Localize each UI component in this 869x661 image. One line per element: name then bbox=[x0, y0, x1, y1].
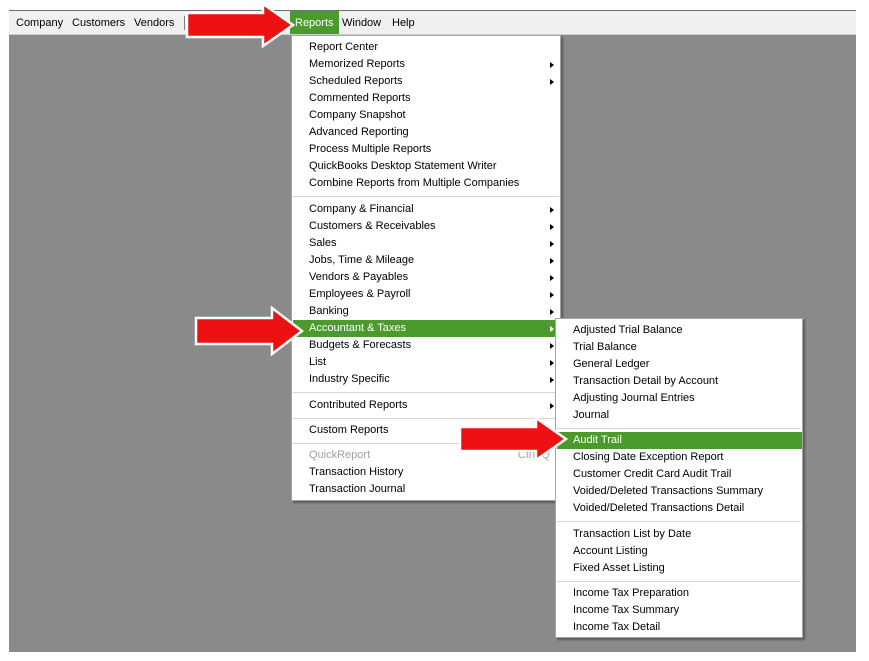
menu-customers[interactable]: Customers bbox=[67, 11, 130, 34]
menu-item-label: Customers & Receivables bbox=[309, 220, 436, 232]
menu-item-fixed-asset-listing[interactable]: Fixed Asset Listing bbox=[557, 560, 802, 577]
menu-item-jobs-time-mileage[interactable]: Jobs, Time & Mileage bbox=[293, 252, 560, 269]
menu-item-label: Budgets & Forecasts bbox=[309, 339, 412, 351]
menu-item-transaction-detail-by-account[interactable]: Transaction Detail by Account bbox=[557, 373, 802, 390]
submenu-arrow-icon bbox=[550, 258, 554, 264]
menu-item-label: Vendors & Payables bbox=[309, 271, 409, 283]
submenu-arrow-icon bbox=[550, 241, 554, 247]
menu-item-scheduled-reports[interactable]: Scheduled Reports bbox=[293, 73, 560, 90]
menu-item-company-snapshot[interactable]: Company Snapshot bbox=[293, 107, 560, 124]
menu-item-income-tax-summary[interactable]: Income Tax Summary bbox=[557, 602, 802, 619]
submenu-arrow-icon bbox=[550, 326, 554, 332]
menu-item-label: Contributed Reports bbox=[309, 399, 408, 411]
menu-item-account-listing[interactable]: Account Listing bbox=[557, 543, 802, 560]
menu-vendors[interactable]: Vendors bbox=[129, 11, 179, 34]
submenu-arrow-icon bbox=[550, 207, 554, 213]
menu-item-process-multiple-reports[interactable]: Process Multiple Reports bbox=[293, 141, 560, 158]
menu-item-income-tax-detail[interactable]: Income Tax Detail bbox=[557, 619, 802, 636]
menu-divider bbox=[557, 428, 801, 429]
menu-item-combine-reports[interactable]: Combine Reports from Multiple Companies bbox=[293, 175, 560, 192]
menu-divider bbox=[293, 392, 559, 393]
menu-item-accountant-taxes[interactable]: Accountant & Taxes bbox=[293, 320, 560, 337]
menu-item-transaction-list-by-date[interactable]: Transaction List by Date bbox=[557, 526, 802, 543]
menu-item-company-financial[interactable]: Company & Financial bbox=[293, 201, 560, 218]
menu-item-audit-trail[interactable]: Audit Trail bbox=[557, 432, 802, 449]
menu-item-label: Accountant & Taxes bbox=[309, 322, 407, 334]
annotation-arrow-icon bbox=[458, 416, 569, 462]
submenu-arrow-icon bbox=[550, 224, 554, 230]
submenu-arrow-icon bbox=[550, 377, 554, 383]
menu-help[interactable]: Help bbox=[387, 11, 420, 34]
menu-window[interactable]: Window bbox=[337, 11, 386, 34]
menu-item-label: Memorized Reports bbox=[309, 58, 405, 70]
annotation-arrow-icon bbox=[185, 2, 296, 48]
menu-item-vendors-payables[interactable]: Vendors & Payables bbox=[293, 269, 560, 286]
menu-item-label: Company & Financial bbox=[309, 203, 414, 215]
menu-item-label: Custom Reports bbox=[309, 424, 389, 436]
menu-item-transaction-history[interactable]: Transaction History bbox=[293, 464, 560, 481]
menu-item-statement-writer[interactable]: QuickBooks Desktop Statement Writer bbox=[293, 158, 560, 175]
submenu-arrow-icon bbox=[550, 275, 554, 281]
menu-item-adjusted-trial-balance[interactable]: Adjusted Trial Balance bbox=[557, 322, 802, 339]
submenu-arrow-icon bbox=[550, 343, 554, 349]
submenu-arrow-icon bbox=[550, 309, 554, 315]
annotation-arrow-icon bbox=[194, 306, 305, 356]
menu-item-voided-deleted-summary[interactable]: Voided/Deleted Transactions Summary bbox=[557, 483, 802, 500]
menu-item-label: Sales bbox=[309, 237, 337, 249]
submenu-arrow-icon bbox=[550, 79, 554, 85]
menu-item-label: Jobs, Time & Mileage bbox=[309, 254, 415, 266]
menu-item-banking[interactable]: Banking bbox=[293, 303, 560, 320]
menu-item-closing-date-exception[interactable]: Closing Date Exception Report bbox=[557, 449, 802, 466]
menu-item-label: Banking bbox=[309, 305, 349, 317]
menu-item-industry-specific[interactable]: Industry Specific bbox=[293, 371, 560, 388]
menu-divider bbox=[293, 196, 559, 197]
menu-item-advanced-reporting[interactable]: Advanced Reporting bbox=[293, 124, 560, 141]
menu-item-label: Scheduled Reports bbox=[309, 75, 403, 87]
menu-item-budgets-forecasts[interactable]: Budgets & Forecasts bbox=[293, 337, 560, 354]
menu-item-report-center[interactable]: Report Center bbox=[293, 39, 560, 56]
menu-item-credit-card-audit-trail[interactable]: Customer Credit Card Audit Trail bbox=[557, 466, 802, 483]
menu-item-label: List bbox=[309, 356, 327, 368]
menu-item-label: Industry Specific bbox=[309, 373, 390, 385]
submenu-arrow-icon bbox=[550, 62, 554, 68]
submenu-arrow-icon bbox=[550, 360, 554, 366]
menu-item-transaction-journal[interactable]: Transaction Journal bbox=[293, 481, 560, 498]
menu-item-sales[interactable]: Sales bbox=[293, 235, 560, 252]
submenu-arrow-icon bbox=[550, 292, 554, 298]
menu-item-trial-balance[interactable]: Trial Balance bbox=[557, 339, 802, 356]
menu-item-contributed-reports[interactable]: Contributed Reports bbox=[293, 397, 560, 414]
menu-divider bbox=[557, 521, 801, 522]
menu-item-list[interactable]: List bbox=[293, 354, 560, 371]
menu-item-label: QuickReport bbox=[309, 449, 371, 461]
menu-item-voided-deleted-detail[interactable]: Voided/Deleted Transactions Detail bbox=[557, 500, 802, 517]
menu-divider bbox=[557, 581, 801, 582]
menu-item-label: Employees & Payroll bbox=[309, 288, 411, 300]
menu-item-adjusting-journal-entries[interactable]: Adjusting Journal Entries bbox=[557, 390, 802, 407]
submenu-arrow-icon bbox=[550, 403, 554, 409]
accountant-taxes-submenu: Adjusted Trial Balance Trial Balance Gen… bbox=[555, 318, 803, 638]
menu-item-memorized-reports[interactable]: Memorized Reports bbox=[293, 56, 560, 73]
menu-item-employees-payroll[interactable]: Employees & Payroll bbox=[293, 286, 560, 303]
menu-company[interactable]: Company bbox=[11, 11, 68, 34]
menu-reports[interactable]: Reports bbox=[290, 11, 339, 34]
menu-item-customers-receivables[interactable]: Customers & Receivables bbox=[293, 218, 560, 235]
menu-item-general-ledger[interactable]: General Ledger bbox=[557, 356, 802, 373]
menu-item-journal[interactable]: Journal bbox=[557, 407, 802, 424]
menu-bar: Company Customers Vendors Reports Window… bbox=[9, 11, 856, 35]
menu-item-income-tax-preparation[interactable]: Income Tax Preparation bbox=[557, 585, 802, 602]
menu-item-commented-reports[interactable]: Commented Reports bbox=[293, 90, 560, 107]
